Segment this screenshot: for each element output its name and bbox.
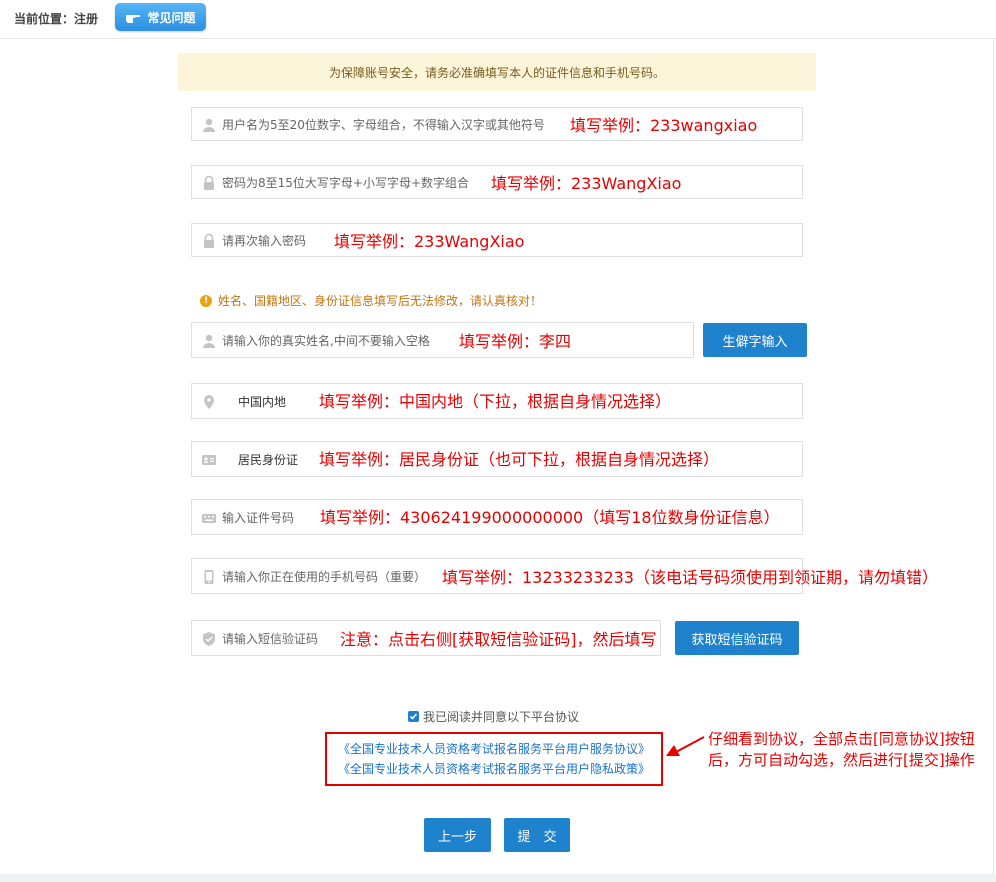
annotation-arrow-icon <box>666 736 705 756</box>
agreement-checkbox[interactable] <box>408 711 419 722</box>
region-hint: 填写举例：中国内地（下拉，根据自身情况选择） <box>319 392 672 411</box>
agreement-label: 我已阅读并同意以下平台协议 <box>423 710 580 724</box>
lock-icon <box>204 175 214 190</box>
sms-code-placeholder: 请输入短信验证码 <box>222 632 319 646</box>
header-divider <box>0 38 996 39</box>
agreement-annotation: 仔细看到协议，全部点击[同意协议]按钮后，方可自动勾选，然后进行[提交]操作 <box>708 730 975 769</box>
id-type-hint: 填写举例：居民身份证（也可下拉，根据自身情况选择） <box>319 450 720 469</box>
identity-warning: ! 姓名、国籍地区、身份证信息填写后无法修改，请认真核对！ <box>200 292 542 309</box>
real-name-placeholder: 请输入你的真实姓名,中间不要输入空格 <box>222 334 430 348</box>
password-hint: 填写举例：233WangXiao <box>491 174 682 193</box>
region-value: 中国内地 <box>238 395 287 409</box>
phone-hint: 填写举例：13233233233（该电话号码须使用到领证期，请勿填错） <box>442 568 938 587</box>
rare-character-input-button[interactable]: 生僻字输入 <box>703 323 807 357</box>
phone-placeholder: 请输入你正在使用的手机号码（重要） <box>222 570 427 584</box>
phone-icon <box>204 570 214 584</box>
username-placeholder: 用户名为5至20位数字、字母组合，不得输入汉字或其他符号 <box>222 118 545 132</box>
security-notice: 为保障账号安全，请务必准确填写本人的证件信息和手机号码。 <box>178 53 816 91</box>
faq-label: 常见问题 <box>147 10 196 25</box>
id-number-hint: 填写举例：430624199000000000（填写18位数身份证信息） <box>320 508 780 527</box>
submit-button[interactable]: 提 交 <box>504 818 570 852</box>
agreement-row: 我已阅读并同意以下平台协议 <box>408 708 579 725</box>
real-name-field[interactable]: 请输入你的真实姓名,中间不要输入空格 <box>191 322 694 358</box>
username-hint: 填写举例：233wangxiao <box>570 116 758 135</box>
get-sms-code-button[interactable]: 获取短信验证码 <box>675 621 799 655</box>
identity-warning-text: 姓名、国籍地区、身份证信息填写后无法修改，请认真核对！ <box>218 294 543 308</box>
id-card-icon <box>202 455 216 465</box>
lock-icon <box>204 233 214 248</box>
faq-button[interactable]: 常见问题 <box>115 3 206 31</box>
confirm-password-hint: 填写举例：233WangXiao <box>334 232 525 251</box>
user-icon <box>203 334 215 348</box>
password-placeholder: 密码为8至15位大写字母+小写字母+数字组合 <box>222 176 470 190</box>
agreement-links-highlight: 《全国专业技术人员资格考试报名服务平台用户服务协议》 《全国专业技术人员资格考试… <box>325 732 663 786</box>
shield-icon <box>203 632 215 646</box>
service-agreement-link[interactable]: 《全国专业技术人员资格考试报名服务平台用户服务协议》 <box>338 740 650 757</box>
keyboard-icon <box>202 514 216 523</box>
location-pin-icon <box>204 395 214 409</box>
user-icon <box>203 118 215 132</box>
exclamation-icon: ! <box>200 294 212 307</box>
breadcrumb: 当前位置：注册 <box>14 12 99 26</box>
right-divider <box>993 38 994 874</box>
checkmark-icon <box>409 713 418 720</box>
real-name-hint: 填写举例：李四 <box>459 332 572 351</box>
pointing-hand-icon <box>126 15 141 23</box>
sms-code-hint: 注意：点击右侧[获取短信验证码]，然后填写 <box>340 630 657 649</box>
confirm-password-placeholder: 请再次输入密码 <box>222 234 307 248</box>
id-number-placeholder: 输入证件号码 <box>222 511 295 525</box>
previous-step-button[interactable]: 上一步 <box>424 818 491 852</box>
privacy-policy-link[interactable]: 《全国专业技术人员资格考试报名服务平台用户隐私政策》 <box>338 760 650 777</box>
footer-strip <box>0 874 996 882</box>
id-type-value: 居民身份证 <box>238 453 299 467</box>
